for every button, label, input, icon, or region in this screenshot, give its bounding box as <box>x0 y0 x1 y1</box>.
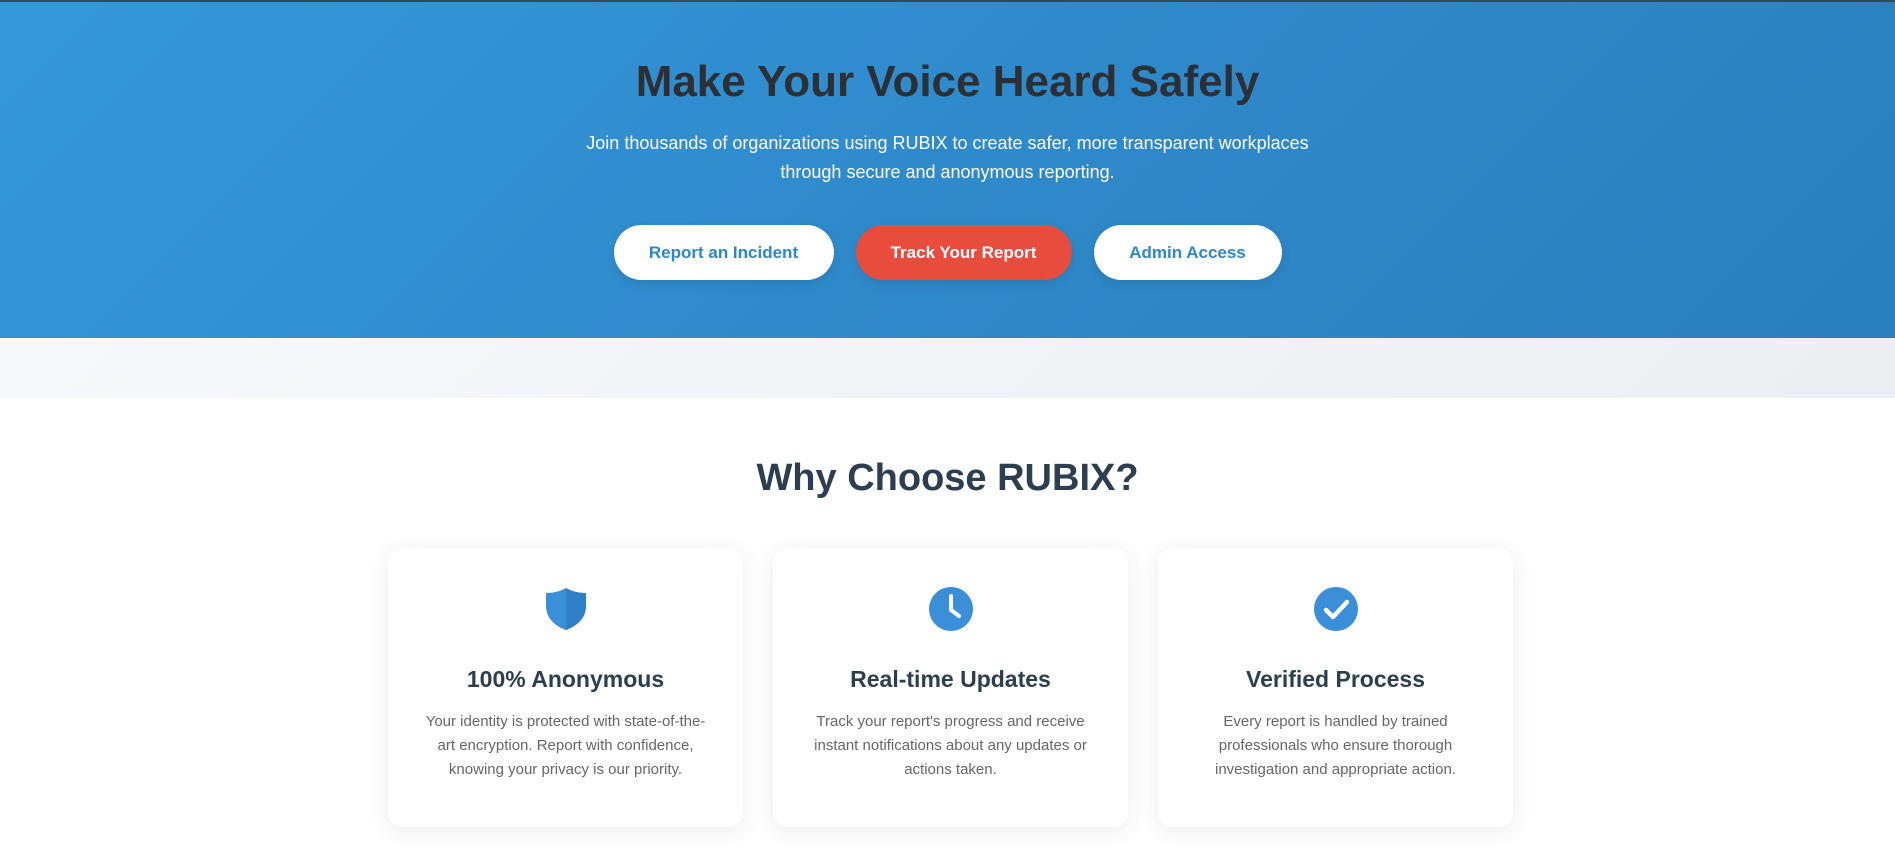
feature-card-text: Your identity is protected with state-of… <box>425 713 706 778</box>
feature-card-text: Every report is handled by trained profe… <box>1215 713 1456 778</box>
features-title: Why Choose RUBIX? <box>756 457 1139 499</box>
feature-card-verified: Verified Process Every report is handled… <box>1158 548 1513 827</box>
hero-title: Make Your Voice Heard Safely <box>635 57 1260 106</box>
hero-actions: Report an Incident Track Your Report Adm… <box>0 225 1895 280</box>
clock-icon <box>928 587 973 631</box>
feature-card-updates: Real-time Updates Track your report's pr… <box>773 548 1128 827</box>
shield-icon <box>545 588 586 630</box>
feature-card-title: Real-time Updates <box>850 666 1051 692</box>
feature-card-title: Verified Process <box>1246 666 1425 692</box>
feature-card-anonymous: 100% Anonymous Your identity is protecte… <box>388 548 743 827</box>
check-circle-icon <box>1313 587 1358 631</box>
hero-section: Make Your Voice Heard Safely Join thousa… <box>0 0 1895 338</box>
section-divider-band <box>0 338 1895 398</box>
track-report-button[interactable]: Track Your Report <box>855 225 1072 280</box>
feature-card-title: 100% Anonymous <box>466 666 665 692</box>
feature-card-text: Track your report's progress and receive… <box>814 713 1087 778</box>
report-incident-button[interactable]: Report an Incident <box>613 225 834 280</box>
feature-cards: 100% Anonymous Your identity is protecte… <box>388 548 1513 827</box>
hero-subtitle: Join thousands of organizations using RU… <box>586 133 1309 182</box>
features-section: Why Choose RUBIX? 100% Anonymous Your id… <box>0 398 1895 868</box>
admin-access-button[interactable]: Admin Access <box>1093 225 1282 280</box>
